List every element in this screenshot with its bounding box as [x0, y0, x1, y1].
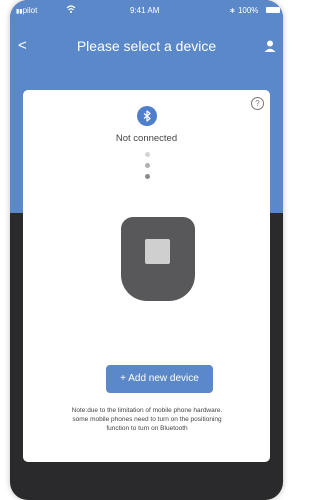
progress-dot	[145, 152, 150, 157]
note-line: function to turn on Bluetooth	[106, 425, 188, 432]
note-line: some mobile phones need to turn on the p…	[72, 416, 222, 423]
bluetooth-icon	[137, 106, 157, 126]
wifi-icon	[66, 5, 76, 13]
phone-frame: ▮▮pilot 9:41 AM ∗ 100% < Please select a…	[10, 0, 283, 500]
progress-dot	[145, 163, 150, 168]
device-card: ? Not connected + Add new device Note:du…	[23, 90, 270, 462]
connection-status: Not connected	[115, 133, 178, 144]
battery-text: ∗ 100%	[229, 6, 258, 15]
carrier-name: pilot	[22, 6, 38, 15]
device-screen	[145, 239, 170, 264]
battery-icon	[266, 7, 280, 13]
note-line: Note:due to the limitation of mobile pho…	[71, 407, 223, 414]
bluetooth-note: Note:due to the limitation of mobile pho…	[47, 406, 247, 433]
add-device-button[interactable]: + Add new device	[106, 365, 213, 393]
page-title: Please select a device	[76, 38, 217, 54]
signal-icon: ▮▮	[16, 9, 23, 15]
bluetooth-status-icon: ∗	[229, 6, 236, 15]
status-bar: ▮▮pilot 9:41 AM ∗ 100%	[10, 5, 283, 20]
battery-percentage: 100%	[237, 6, 259, 15]
nav-bar: < Please select a device	[10, 36, 283, 58]
carrier-label: ▮▮pilot	[16, 6, 37, 15]
device-illustration	[121, 217, 195, 301]
help-icon[interactable]: ?	[251, 97, 264, 110]
status-time: 9:41 AM	[130, 6, 160, 15]
progress-dot	[145, 174, 150, 179]
user-icon[interactable]	[263, 39, 277, 53]
